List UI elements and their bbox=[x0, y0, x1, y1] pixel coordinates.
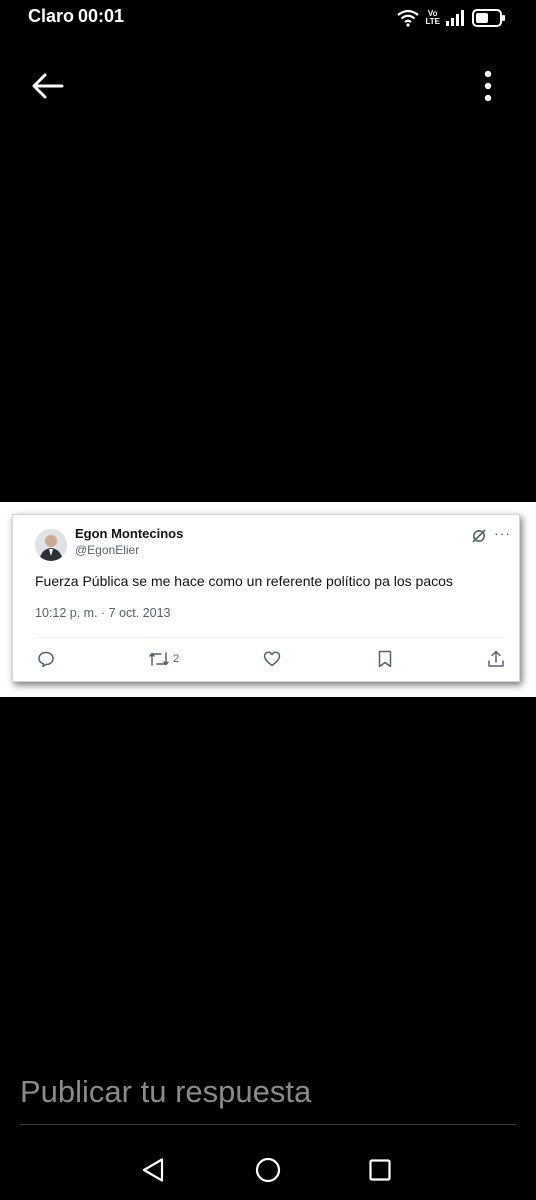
bookmark-icon bbox=[378, 650, 392, 668]
nav-back-button[interactable] bbox=[133, 1152, 173, 1188]
like-icon bbox=[263, 651, 281, 667]
reply-input[interactable]: Publicar tu respuesta bbox=[20, 1074, 311, 1110]
avatar-photo bbox=[35, 529, 67, 561]
nav-recents-button[interactable] bbox=[360, 1152, 400, 1188]
retweet-action: 2 bbox=[149, 649, 179, 669]
carrier-name: Claro bbox=[28, 6, 75, 26]
display-name: Egon Montecinos bbox=[75, 526, 184, 541]
back-triangle-icon bbox=[142, 1158, 164, 1182]
divider bbox=[35, 637, 505, 638]
tweet-card: Egon Montecinos @EgonElier ··· Fuerza Pú… bbox=[12, 514, 520, 682]
lte-label: LTE bbox=[425, 17, 440, 26]
tweet-screenshot-image[interactable]: Egon Montecinos @EgonElier ··· Fuerza Pú… bbox=[0, 502, 536, 697]
like-action bbox=[263, 649, 281, 669]
status-bar: Claro 00:01 Vo LTE bbox=[0, 0, 536, 36]
grok-icon bbox=[472, 529, 486, 543]
signal-icon bbox=[446, 10, 464, 26]
status-time: 00:01 bbox=[78, 6, 125, 26]
bookmark-action bbox=[377, 649, 393, 669]
avatar bbox=[35, 529, 67, 561]
recents-square-icon bbox=[369, 1159, 391, 1181]
tweet-timestamp: 10:12 p. m. · 7 oct. 2013 bbox=[35, 606, 171, 620]
retweet-icon bbox=[149, 652, 169, 666]
share-action bbox=[487, 649, 505, 669]
back-button[interactable] bbox=[28, 66, 68, 106]
user-handle: @EgonElier bbox=[75, 543, 140, 557]
reply-icon bbox=[38, 651, 54, 668]
status-icons: Vo LTE bbox=[397, 6, 506, 30]
more-vertical-icon bbox=[484, 70, 492, 102]
reply-underline bbox=[20, 1124, 516, 1125]
tweet-more-icon: ··· bbox=[494, 525, 511, 541]
reply-action bbox=[37, 649, 55, 669]
nav-home-button[interactable] bbox=[248, 1152, 288, 1188]
arrow-left-icon bbox=[32, 73, 64, 99]
wifi-icon bbox=[397, 9, 420, 27]
volte-indicator: Vo LTE bbox=[425, 10, 440, 26]
more-options-button[interactable] bbox=[474, 66, 502, 106]
retweet-count: 2 bbox=[173, 653, 180, 665]
share-icon bbox=[488, 650, 504, 667]
battery-icon bbox=[472, 9, 505, 27]
tweet-text: Fuerza Pública se me hace como un refere… bbox=[35, 573, 453, 589]
home-circle-icon bbox=[255, 1157, 281, 1183]
